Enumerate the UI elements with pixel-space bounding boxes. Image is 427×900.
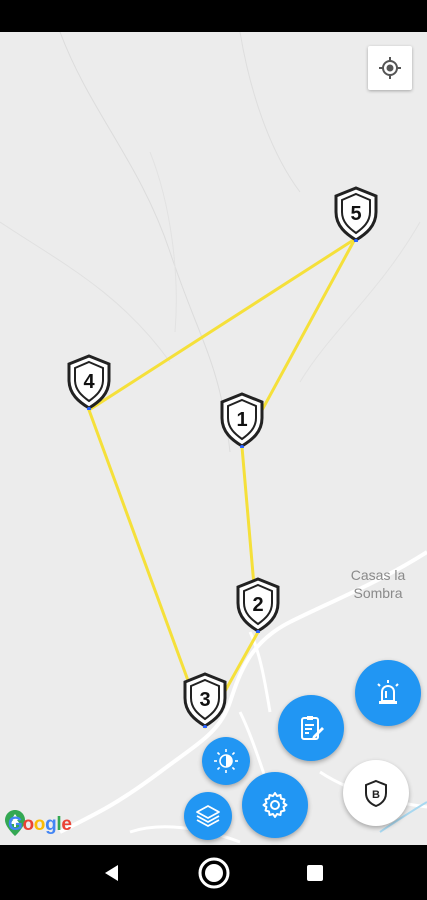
checklist-button[interactable] [278,695,344,761]
svg-text:B: B [372,789,380,801]
place-label-line2: Sombra [353,585,403,601]
waypoint-marker-1[interactable]: 1 [218,392,266,449]
route-line [87,237,357,729]
nav-recents-button[interactable] [285,845,345,900]
settings-button[interactable] [242,772,308,838]
my-location-icon [379,57,401,79]
waypoint-marker-2[interactable]: 2 [234,577,282,634]
waypoint-2-label: 2 [252,594,263,616]
brightness-button[interactable] [202,737,250,785]
waypoint-1-label: 1 [236,409,247,431]
waypoint-marker-5[interactable]: 5 [332,186,380,243]
shield-b-icon: B [365,779,387,807]
place-label: Casas la Sombra [338,566,418,602]
recents-square-icon [307,864,323,881]
shield-b-button[interactable]: B [343,760,409,826]
layers-button[interactable] [184,792,232,840]
waypoint-marker-4[interactable]: 4 [65,354,113,411]
waypoint-4-label: 4 [83,371,95,393]
status-bar [0,0,427,32]
clipboard-edit-icon [301,716,324,740]
brightness-icon [214,749,238,773]
alarm-button[interactable] [355,660,421,726]
place-label-line1: Casas la [350,567,406,583]
google-attribution[interactable]: Google [8,814,72,836]
home-circle-icon [198,857,230,888]
waypoint-3-label: 3 [199,689,210,711]
navigation-bar [0,845,427,900]
gear-icon [262,792,288,818]
nav-home-button[interactable] [184,845,244,900]
map-view[interactable]: Casas la Sombra 5 4 1 2 3 B Google [0,32,427,845]
back-triangle-icon [105,864,118,881]
waypoint-5-label: 5 [350,203,361,225]
my-location-button[interactable] [368,46,412,90]
waypoint-marker-3[interactable]: 3 [181,672,229,729]
siren-icon [377,680,399,704]
nav-back-button[interactable] [82,845,142,900]
layers-icon [196,805,220,827]
